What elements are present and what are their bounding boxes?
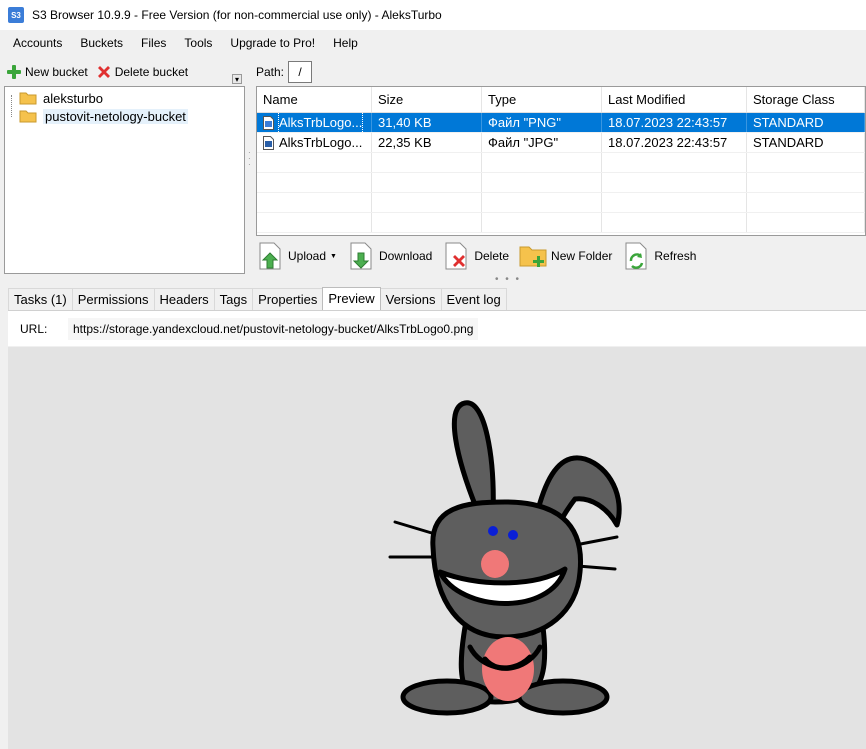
path-bar: Path: /	[256, 60, 313, 84]
menu-tools[interactable]: Tools	[175, 30, 221, 56]
download-button[interactable]: Download	[347, 241, 432, 271]
empty-row	[257, 193, 865, 213]
preview-image	[385, 397, 625, 720]
window-title: S3 Browser 10.9.9 - Free Version (for no…	[32, 8, 442, 22]
delete-label: Delete	[474, 249, 510, 263]
file-type: Файл "JPG"	[482, 133, 602, 152]
app-icon: S3	[8, 7, 24, 23]
file-name: AlksTrbLogo...	[279, 134, 363, 150]
new-folder-icon	[519, 241, 549, 271]
image-file-icon	[263, 115, 274, 130]
tab-properties[interactable]: Properties	[252, 288, 324, 310]
menu-bar: Accounts Buckets Files Tools Upgrade to …	[0, 30, 866, 56]
path-input[interactable]: /	[288, 61, 313, 83]
file-modified: 18.07.2023 22:43:57	[602, 113, 747, 132]
column-name[interactable]: Name	[257, 87, 372, 112]
refresh-label: Refresh	[654, 249, 697, 263]
bucket-label: aleksturbo	[43, 90, 103, 106]
bucket-item-aleksturbo[interactable]: aleksturbo	[19, 89, 103, 107]
empty-row	[257, 173, 865, 193]
tab-tags[interactable]: Tags	[213, 288, 254, 310]
file-name: AlksTrbLogo...	[278, 113, 364, 132]
path-label: Path:	[256, 65, 285, 79]
red-x-icon	[96, 64, 112, 80]
new-folder-label: New Folder	[551, 249, 613, 263]
column-type[interactable]: Type	[482, 87, 602, 112]
new-bucket-label: New bucket	[25, 65, 88, 79]
column-storage-class[interactable]: Storage Class	[747, 87, 865, 112]
download-label: Download	[378, 249, 433, 263]
file-action-bar: Upload ▼ Download Delete New Folder Refr…	[256, 238, 866, 274]
window-titlebar: S3 S3 Browser 10.9.9 - Free Version (for…	[0, 0, 866, 30]
preview-pane	[8, 347, 866, 749]
tab-tasks[interactable]: Tasks (1)	[8, 288, 73, 310]
image-file-icon	[263, 135, 274, 150]
bucket-label: pustovit-netology-bucket	[43, 108, 188, 124]
bucket-tree[interactable]: aleksturbo pustovit-netology-bucket	[4, 86, 245, 274]
refresh-icon	[622, 241, 652, 271]
file-modified: 18.07.2023 22:43:57	[602, 133, 747, 152]
column-size[interactable]: Size	[372, 87, 482, 112]
tab-event-log[interactable]: Event log	[440, 288, 507, 310]
vertical-splitter[interactable]: · · ·	[248, 149, 252, 180]
horizontal-splitter[interactable]: • • •	[495, 274, 521, 285]
file-name-cell: AlksTrbLogo...	[257, 133, 372, 152]
empty-row	[257, 213, 865, 233]
file-row[interactable]: AlksTrbLogo... 22,35 KB Файл "JPG" 18.07…	[257, 133, 865, 153]
file-name-cell: AlksTrbLogo...	[257, 113, 372, 132]
file-size: 31,40 KB	[372, 113, 482, 132]
file-row[interactable]: AlksTrbLogo... 31,40 KB Файл "PNG" 18.07…	[257, 113, 865, 133]
file-type: Файл "PNG"	[482, 113, 602, 132]
menu-accounts[interactable]: Accounts	[4, 30, 71, 56]
new-folder-button[interactable]: New Folder	[519, 241, 612, 271]
menu-upgrade[interactable]: Upgrade to Pro!	[221, 30, 324, 56]
bucket-item-pustovit-netology-bucket[interactable]: pustovit-netology-bucket	[19, 107, 188, 125]
url-field[interactable]: https://storage.yandexcloud.net/pustovit…	[68, 317, 479, 340]
url-label: URL:	[20, 321, 48, 336]
folder-icon	[19, 91, 37, 105]
file-list: Name Size Type Last Modified Storage Cla…	[256, 86, 866, 236]
url-bar: URL: https://storage.yandexcloud.net/pus…	[8, 310, 866, 346]
delete-bucket-label: Delete bucket	[114, 65, 189, 79]
file-storage-class: STANDARD	[747, 113, 865, 132]
tab-versions[interactable]: Versions	[379, 288, 442, 310]
bucket-toolbar: New bucket Delete bucket ▾	[0, 58, 248, 86]
tab-headers[interactable]: Headers	[153, 288, 215, 310]
file-size: 22,35 KB	[372, 133, 482, 152]
menu-files[interactable]: Files	[132, 30, 175, 56]
detail-tabs: Tasks (1) Permissions Headers Tags Prope…	[8, 286, 507, 311]
upload-button[interactable]: Upload ▼	[256, 241, 337, 271]
file-list-header: Name Size Type Last Modified Storage Cla…	[257, 87, 865, 113]
delete-button[interactable]: Delete	[442, 241, 509, 271]
menu-buckets[interactable]: Buckets	[71, 30, 132, 56]
upload-label: Upload	[288, 249, 327, 263]
refresh-button[interactable]: Refresh	[622, 241, 696, 271]
tab-permissions[interactable]: Permissions	[71, 288, 155, 310]
green-plus-icon	[6, 64, 22, 80]
file-storage-class: STANDARD	[747, 133, 865, 152]
download-icon	[347, 241, 377, 271]
empty-row	[257, 153, 865, 173]
folder-icon	[19, 109, 37, 123]
tab-preview[interactable]: Preview	[322, 287, 381, 311]
upload-icon	[256, 241, 286, 271]
collapse-toolbar-button[interactable]: ▾	[232, 74, 242, 84]
delete-icon	[442, 241, 472, 271]
menu-help[interactable]: Help	[324, 30, 367, 56]
chevron-down-icon[interactable]: ▼	[330, 253, 337, 260]
new-bucket-button[interactable]: New bucket	[6, 64, 88, 80]
bunny-illustration	[388, 400, 622, 716]
delete-bucket-button[interactable]: Delete bucket	[96, 64, 188, 80]
column-last-modified[interactable]: Last Modified	[602, 87, 747, 112]
